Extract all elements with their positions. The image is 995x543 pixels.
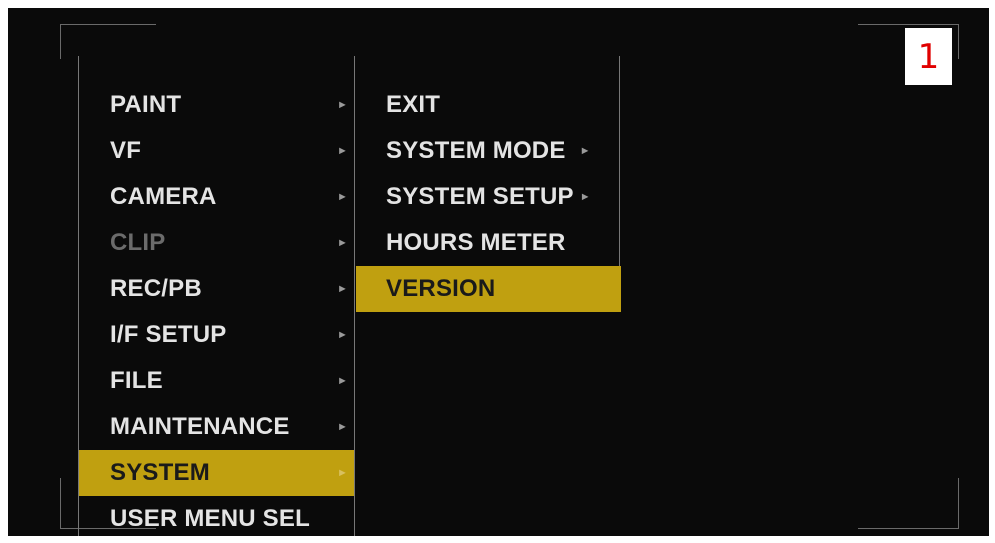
submenu-arrow-icon: ► [337, 191, 349, 203]
menu-item-file[interactable]: FILE ► [79, 358, 354, 404]
system-submenu: EXIT SYSTEM MODE ► SYSTEM SETUP ► HOURS … [355, 56, 621, 312]
menu-item-label: SYSTEM [110, 459, 210, 486]
submenu-arrow-icon: ► [337, 421, 349, 433]
frame-corner-top-left [60, 24, 156, 59]
menu-item-label: SYSTEM SETUP [386, 183, 574, 210]
menu-item-label: PAINT [110, 91, 182, 118]
submenu-arrow-icon: ► [579, 145, 591, 157]
menu-item-label: VF [110, 137, 142, 164]
submenu-arrow-icon: ► [579, 191, 591, 203]
submenu-item-system-setup[interactable]: SYSTEM SETUP ► [356, 174, 621, 220]
menu-item-vf[interactable]: VF ► [79, 128, 354, 174]
menu-item-user-menu-sel[interactable]: USER MENU SEL [79, 496, 354, 536]
menu-item-label: MAINTENANCE [110, 413, 290, 440]
main-menu: PAINT ► VF ► CAMERA ► CLIP ► REC/PB ► I/… [78, 56, 355, 536]
menu-item-label: CLIP [110, 229, 166, 256]
menu-item-label: EXIT [386, 91, 441, 118]
submenu-arrow-icon: ► [337, 283, 349, 295]
submenu-arrow-icon: ► [337, 375, 349, 387]
menu-item-rec-pb[interactable]: REC/PB ► [79, 266, 354, 312]
page-number-badge: 1 [905, 28, 952, 85]
submenu-item-version[interactable]: VERSION [356, 266, 621, 312]
submenu-item-hours-meter[interactable]: HOURS METER [356, 220, 621, 266]
menu-item-system[interactable]: SYSTEM ► [79, 450, 354, 496]
menu-item-maintenance[interactable]: MAINTENANCE ► [79, 404, 354, 450]
frame-corner-bottom-right [858, 478, 959, 529]
menu-item-paint[interactable]: PAINT ► [79, 82, 354, 128]
submenu-arrow-icon: ► [337, 99, 349, 111]
menu-item-camera[interactable]: CAMERA ► [79, 174, 354, 220]
menu-item-label: VERSION [386, 275, 496, 302]
menu-item-label: FILE [110, 367, 163, 394]
menu-item-label: I/F SETUP [110, 321, 227, 348]
submenu-arrow-icon: ► [337, 145, 349, 157]
submenu-arrow-icon: ► [337, 329, 349, 341]
menu-item-clip: CLIP ► [79, 220, 354, 266]
submenu-item-exit[interactable]: EXIT [356, 82, 621, 128]
submenu-arrow-icon: ► [337, 467, 349, 479]
menu-item-label: SYSTEM MODE [386, 137, 566, 164]
submenu-arrow-icon: ► [337, 237, 349, 249]
menu-item-label: HOURS METER [386, 229, 566, 256]
viewfinder-screen: PAINT ► VF ► CAMERA ► CLIP ► REC/PB ► I/… [8, 8, 989, 536]
menu-item-label: REC/PB [110, 275, 202, 302]
menu-item-label: CAMERA [110, 183, 217, 210]
submenu-item-system-mode[interactable]: SYSTEM MODE ► [356, 128, 621, 174]
menu-item-label: USER MENU SEL [110, 505, 310, 532]
menu-item-if-setup[interactable]: I/F SETUP ► [79, 312, 354, 358]
